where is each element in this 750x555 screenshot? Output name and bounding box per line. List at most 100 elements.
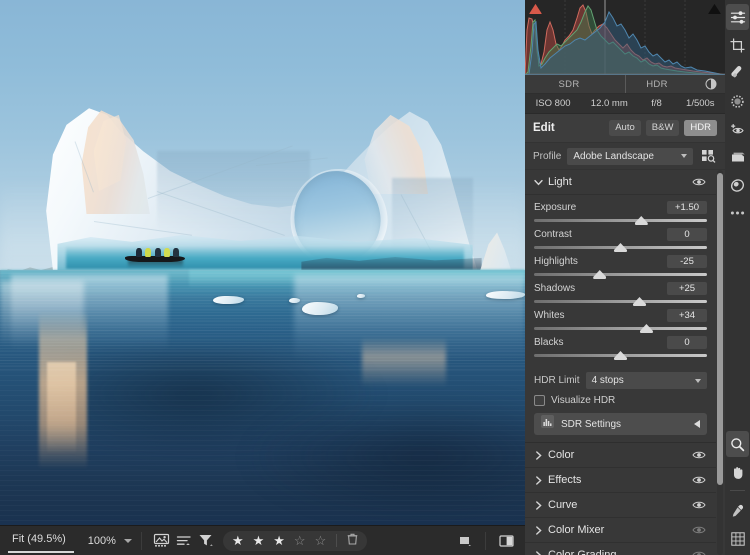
profile-label: Profile [533, 150, 562, 162]
slider-value[interactable]: -25 [667, 255, 707, 268]
filter-icon[interactable] [195, 530, 217, 552]
exif-aperture: f/8 [651, 98, 662, 109]
visibility-eye-icon[interactable] [691, 473, 707, 487]
slider-value[interactable]: +34 [667, 309, 707, 322]
slider-highlights[interactable]: Highlights -25 [534, 254, 707, 279]
chevron-down-icon [695, 378, 701, 383]
star-rating-control[interactable]: ★ ★ ★ ☆ ☆ [222, 530, 368, 551]
slider-whites[interactable]: Whites +34 [534, 308, 707, 333]
histogram-range-header: SDR HDR [525, 75, 725, 94]
visibility-eye-icon[interactable] [691, 175, 707, 189]
exif-shutter-speed: 1/500s [686, 98, 715, 109]
hdr-limit-value: 4 stops [591, 375, 624, 386]
hdr-limit-select[interactable]: 4 stops [585, 372, 707, 389]
hdr-button[interactable]: HDR [684, 120, 717, 136]
boat-passenger [145, 248, 152, 257]
scrollbar-thumb[interactable] [717, 173, 723, 485]
slider-label: Blacks [534, 337, 564, 348]
star-icon[interactable]: ★ [273, 534, 285, 547]
slider-track[interactable] [534, 216, 707, 225]
slider-value[interactable]: +1.50 [667, 201, 707, 214]
loupe-view-icon[interactable] [454, 530, 476, 552]
slider-bar [534, 273, 707, 276]
chevron-right-icon [534, 450, 548, 460]
image-info-icon[interactable] [151, 530, 173, 552]
hdr-label: HDR [646, 78, 668, 90]
slider-track[interactable] [534, 351, 707, 360]
slider-label: Contrast [534, 229, 572, 240]
chevron-right-icon [534, 500, 548, 510]
section-title: Color [548, 449, 575, 461]
slider-shadows[interactable]: Shadows +25 [534, 281, 707, 306]
zoom-magnifier-icon[interactable] [726, 431, 749, 457]
sort-icon[interactable] [173, 530, 195, 552]
profile-select[interactable]: Adobe Landscape [567, 147, 693, 165]
hand-pan-icon[interactable] [726, 459, 749, 485]
section-title: Effects [548, 474, 582, 486]
grid-overlay-icon[interactable] [726, 526, 749, 552]
visualize-hdr-row[interactable]: Visualize HDR [525, 392, 716, 410]
bw-button[interactable]: B&W [645, 120, 680, 136]
visibility-eye-icon[interactable] [691, 548, 707, 555]
chevron-down-icon [534, 178, 548, 187]
section-title: Curve [548, 499, 578, 511]
collapse-left-arrow-icon[interactable] [694, 420, 700, 428]
sdr-settings-button[interactable]: SDR Settings [534, 413, 707, 435]
eyedropper-icon[interactable] [726, 498, 749, 524]
histogram-icon [541, 415, 554, 433]
masking-icon[interactable] [726, 88, 749, 114]
panel-scroll-body: Light Exposure +1.50 Contrast 0 Highlights -2… [525, 170, 725, 555]
water-ripples-near [0, 270, 525, 373]
slider-track[interactable] [534, 243, 707, 252]
versions-icon[interactable] [726, 172, 749, 198]
slider-value[interactable]: 0 [667, 228, 707, 241]
section-header-effects[interactable]: Effects [525, 468, 716, 493]
fit-zoom-button[interactable]: Fit (49.5%) [8, 529, 74, 553]
histogram[interactable] [525, 0, 725, 75]
visualize-hdr-checkbox[interactable] [534, 395, 545, 406]
slider-value[interactable]: +25 [667, 282, 707, 295]
compare-view-icon[interactable] [495, 530, 517, 552]
slider-track[interactable] [534, 270, 707, 279]
visibility-eye-icon[interactable] [691, 523, 707, 537]
boat-passenger [164, 248, 171, 257]
auto-button[interactable]: Auto [609, 120, 641, 136]
more-ellipsis-icon[interactable] [726, 200, 749, 226]
visibility-eye-icon[interactable] [691, 498, 707, 512]
toolbar-divider-2 [485, 531, 486, 550]
hdr-limit-row: HDR Limit 4 stops [525, 368, 716, 392]
collapsed-sections: Color Effects Curve Color Mixer Color Gradin… [525, 443, 716, 555]
crop-icon[interactable] [726, 32, 749, 58]
bottom-toolbar: Fit (49.5%) 100% ★ ★ ★ ☆ ☆ [0, 525, 525, 555]
profile-browser-icon[interactable] [699, 148, 717, 165]
presets-icon[interactable] [726, 144, 749, 170]
edit-sliders-icon[interactable] [726, 4, 749, 30]
water [0, 270, 525, 525]
slider-track[interactable] [534, 297, 707, 306]
star-icon[interactable]: ☆ [294, 534, 306, 547]
image-canvas[interactable]: Fit (49.5%) 100% ★ ★ ★ ☆ ☆ [0, 0, 525, 555]
zodiac-boat [124, 248, 185, 262]
chevron-down-icon[interactable] [123, 538, 132, 543]
slider-exposure[interactable]: Exposure +1.50 [534, 200, 707, 225]
slider-value[interactable]: 0 [667, 336, 707, 349]
section-header-color[interactable]: Color [525, 443, 716, 468]
toolbar-divider [140, 531, 142, 550]
slider-label: Highlights [534, 256, 578, 267]
section-header-color-grading[interactable]: Color Grading [525, 543, 716, 555]
star-icon[interactable]: ★ [232, 534, 244, 547]
visibility-eye-icon[interactable] [691, 448, 707, 462]
slider-contrast[interactable]: Contrast 0 [534, 227, 707, 252]
section-header-curve[interactable]: Curve [525, 493, 716, 518]
zoom-level-button[interactable]: 100% [74, 535, 122, 547]
info-icon[interactable] [701, 78, 721, 90]
section-header-color-mixer[interactable]: Color Mixer [525, 518, 716, 543]
star-icon[interactable]: ☆ [315, 534, 327, 547]
star-icon[interactable]: ★ [253, 534, 265, 547]
slider-track[interactable] [534, 324, 707, 333]
section-header-light[interactable]: Light [525, 170, 716, 195]
slider-blacks[interactable]: Blacks 0 [534, 335, 707, 360]
healing-brush-icon[interactable] [726, 60, 749, 86]
red-eye-icon[interactable] [726, 116, 749, 142]
trash-icon[interactable] [347, 532, 358, 550]
